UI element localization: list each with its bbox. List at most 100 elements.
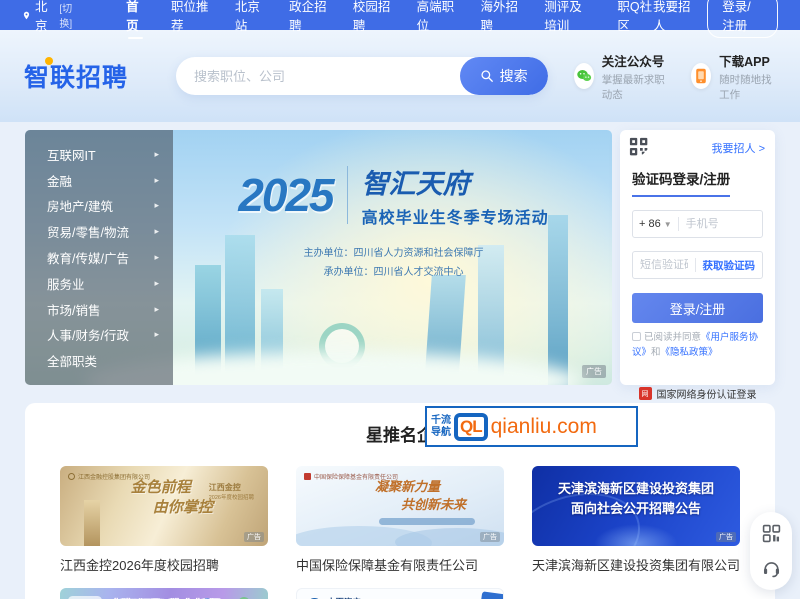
chevron-right-icon: ▸ <box>154 252 159 263</box>
banner-side-text1: 江西金控 <box>209 482 254 493</box>
sidebar-item-trade-logistics[interactable]: 贸易/零售/物流 ▸ <box>47 222 159 241</box>
main-banner-ad[interactable]: 2025 智汇天府 高校毕业生冬季专场活动 主办单位：四川省人力资源和社会保障厅… <box>25 130 612 385</box>
nav-item-beijing-station[interactable]: 北京站 <box>235 0 263 40</box>
search-input[interactable] <box>176 57 460 95</box>
sidebar-item-all-categories[interactable]: 全部职类 <box>47 351 159 370</box>
login-register-button-top[interactable]: 登录/注册 <box>707 0 778 38</box>
agreement-checkbox[interactable] <box>632 332 641 341</box>
wechat-follow[interactable]: 关注公众号 掌握最新求职动态 <box>574 51 667 102</box>
banner-title-line1: 天津滨海新区建设投资集团 <box>532 479 740 499</box>
watermark-nav-text: 千流 导航 <box>431 415 451 438</box>
banner-organizer-line: 承办单位：四川省人才交流中心 <box>183 263 604 282</box>
banner-subtitle: 高校毕业生冬季专场活动 <box>362 204 549 228</box>
city-selector[interactable]: 北京 [切换] <box>22 0 80 34</box>
job-category-sidebar: 互联网IT▸ 金融▸ 房地产/建筑▸ 贸易/零售/物流▸ 教育/传媒/广告▸ 服… <box>25 130 173 385</box>
company-logo-icon <box>68 473 75 480</box>
pager-dot[interactable] <box>327 370 331 374</box>
chevron-right-icon: ▸ <box>154 329 159 340</box>
banner-year: 2025 <box>238 168 332 222</box>
banner-divider <box>347 166 348 224</box>
sidebar-item-realestate[interactable]: 房地产/建筑 ▸ <box>47 196 159 215</box>
privacy-policy-link[interactable]: 《隐私政策》 <box>661 347 718 358</box>
company-banner: 江西金融控股集团有限公司 金色前程 由你掌控 江西金控 2026年度校园招聘 广… <box>60 466 268 546</box>
app-download[interactable]: 下载APP 随时随地找工作 <box>691 51 776 102</box>
company-card-insurance-fund[interactable]: 中国保险保障基金有限责任公司 凝聚新力量 共创新未来 广告 中国保险保障基金有限… <box>296 466 504 588</box>
gov-login-label: 国家网络身份认证登录 <box>657 386 757 401</box>
agreement-and: 和 <box>651 347 661 358</box>
qr-code-login-icon[interactable] <box>629 137 651 164</box>
category-label: 贸易/零售/物流 <box>47 222 129 241</box>
sidebar-item-internet-it[interactable]: 互联网IT▸ <box>47 145 159 164</box>
sidebar-item-education-media[interactable]: 教育/传媒/广告▸ <box>47 248 159 267</box>
main-nav: 首页 职位推荐 北京站 政企招聘 校园招聘 高端职位 海外招聘 测评及培训 职Q… <box>126 0 653 40</box>
banner-host-line: 主办单位：四川省人力资源和社会保障厅 <box>183 244 604 263</box>
nav-item-home[interactable]: 首页 <box>126 0 145 40</box>
top-navigation-bar: 北京 [切换] 首页 职位推荐 北京站 政企招聘 校园招聘 高端职位 海外招聘 … <box>0 0 800 30</box>
banner-slogan-line1: 凝聚新力量 <box>375 479 466 497</box>
chevron-right-icon: ▸ <box>154 304 159 315</box>
watermark-qianliu[interactable]: 千流 导航 QL qianliu.com <box>425 406 638 447</box>
company-card-jiangxi[interactable]: 江西金融控股集团有限公司 金色前程 由你掌控 江西金控 2026年度校园招聘 广… <box>60 466 268 588</box>
app-title: 下载APP <box>719 51 776 70</box>
nav-item-campus[interactable]: 校园招聘 <box>353 0 391 40</box>
app-subtitle: 随时随地找工作 <box>719 72 776 102</box>
blue-decoration <box>480 591 504 599</box>
topbar-right: 我要招人 登录/注册 <box>653 0 778 38</box>
sidebar-item-finance[interactable]: 金融▸ <box>47 171 159 190</box>
wechat-title: 关注公众号 <box>602 51 667 70</box>
recruit-link-top[interactable]: 我要招人 <box>653 0 691 34</box>
category-label: 市场/销售 <box>47 300 100 319</box>
header-extras: 关注公众号 掌握最新求职动态 下载APP 随时随地找工作 <box>574 51 776 102</box>
sidebar-item-marketing-sales[interactable]: 市场/销售 ▸ <box>47 300 159 319</box>
nav-item-high-end[interactable]: 高端职位 <box>417 0 455 40</box>
nav-item-job-recommend[interactable]: 职位推荐 <box>171 0 209 40</box>
gov-identity-login[interactable]: 网 国家网络身份认证登录 <box>632 386 763 401</box>
featured-companies-section: 星推名企 江西金融控股集团有限公司 金色前程 由你掌控 江西金控 2026年度校… <box>25 403 775 599</box>
category-label: 互联网IT <box>47 145 96 164</box>
mini-program-qr-icon[interactable] <box>762 524 781 543</box>
featured-cards: 江西金融控股集团有限公司 金色前程 由你掌控 江西金控 2026年度校园招聘 广… <box>60 466 740 599</box>
watermark-nav-line1: 千流 <box>431 415 451 427</box>
swirl-decoration <box>319 323 365 369</box>
nav-item-zhiq-community[interactable]: 职Q社区 <box>617 0 653 40</box>
banner-hosts: 主办单位：四川省人力资源和社会保障厅 承办单位：四川省人才交流中心 <box>183 244 604 282</box>
sidebar-item-service[interactable]: 服务业▸ <box>47 274 159 293</box>
login-submit-button[interactable]: 登录/注册 <box>632 293 763 323</box>
zhilian-logo[interactable]: 智联招聘 <box>24 58 128 94</box>
company-caption: 天津滨海新区建设投资集团有限公司 <box>532 555 740 574</box>
company-card-partial-chinare[interactable]: 中再资产 CHINA RE ASSET <box>296 588 504 599</box>
wechat-icon <box>574 63 594 89</box>
login-panel-title: 验证码登录/注册 <box>632 168 730 197</box>
country-code-select[interactable]: + 86 ▼ <box>633 218 678 230</box>
header: 智联招聘 搜索 关注公众号 掌握最新求职动态 下载APP 随时随地找工作 <box>0 30 800 122</box>
building-shape <box>424 275 466 385</box>
featured-title: 星推名企 <box>60 421 740 446</box>
search-bar: 搜索 <box>176 57 548 95</box>
category-label: 房地产/建筑 <box>47 196 113 215</box>
recruit-link-panel[interactable]: 我要招人 > <box>712 140 765 156</box>
banner-slogan: 新智汇聚 移启新程 <box>60 595 268 599</box>
logo-text: 智联招聘 <box>24 64 128 92</box>
company-banner: 中再资产 CHINA RE ASSET <box>296 588 504 599</box>
search-button[interactable]: 搜索 <box>460 57 548 95</box>
nav-item-gov-enterprise[interactable]: 政企招聘 <box>289 0 327 40</box>
company-card-partial-purple[interactable]: 新智汇聚 移启新程 <box>60 588 268 599</box>
sms-code-input[interactable] <box>633 259 695 271</box>
get-code-button[interactable]: 获取验证码 <box>695 258 763 272</box>
nav-item-overseas[interactable]: 海外招聘 <box>480 0 518 40</box>
sms-code-row: 获取验证码 <box>632 251 763 279</box>
banner-pagination[interactable] <box>306 370 331 374</box>
company-logo-icon <box>304 473 311 480</box>
phone-input[interactable] <box>679 218 762 230</box>
agreement-prefix: 已阅读并同意 <box>644 332 701 343</box>
chevron-right-icon: ▸ <box>154 200 159 211</box>
pager-active-pill[interactable] <box>306 370 322 374</box>
customer-service-headset-icon[interactable] <box>762 559 781 578</box>
chevron-right-icon: ▸ <box>154 226 159 237</box>
nav-item-assessment[interactable]: 测评及培训 <box>544 0 591 40</box>
category-label: 服务业 <box>47 274 85 293</box>
floating-tool-panel <box>750 512 792 590</box>
company-card-tianjin-binhai[interactable]: 天津滨海新区建设投资集团 面向社会公开招聘公告 广告 天津滨海新区建设投资集团有… <box>532 466 740 588</box>
building-shape <box>195 265 221 385</box>
sidebar-item-hr-finance-admin[interactable]: 人事/财务/行政▸ <box>47 325 159 344</box>
